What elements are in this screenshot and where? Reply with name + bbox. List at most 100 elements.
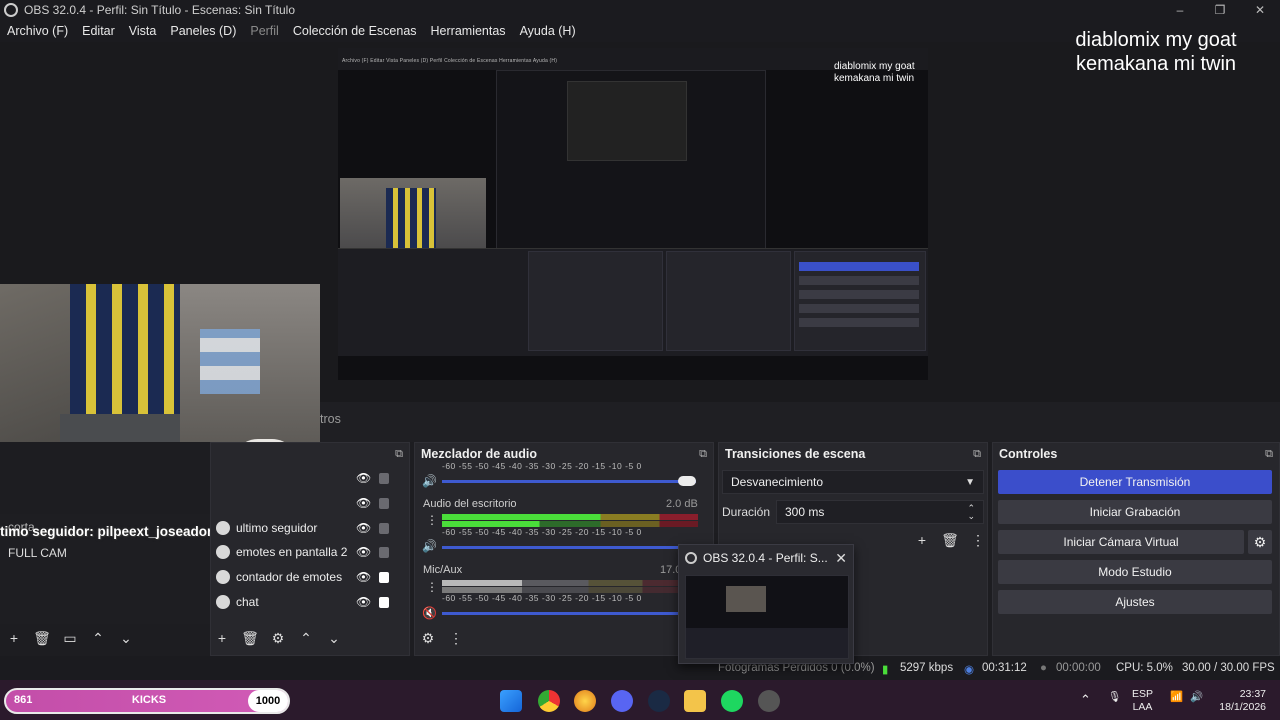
nested-settings-button xyxy=(799,318,919,327)
spotify-icon[interactable] xyxy=(721,690,743,712)
scene-filters-button[interactable]: ▭ xyxy=(56,630,84,646)
settings-button[interactable]: Ajustes xyxy=(998,590,1272,614)
speaker-icon[interactable]: 🔊 xyxy=(422,539,437,553)
menu-vista[interactable]: Vista xyxy=(122,24,164,38)
visibility-eye-icon[interactable]: 👁 xyxy=(356,570,371,584)
volume-fader[interactable] xyxy=(442,612,678,615)
popup-header: OBS 32.0.4 - Perfil: S... ✕ xyxy=(679,545,853,571)
steam-icon[interactable] xyxy=(648,690,670,712)
maximize-button[interactable]: ❐ xyxy=(1200,0,1240,20)
source-row-hidden-1[interactable]: 👁 xyxy=(216,466,408,490)
microphone-icon[interactable]: 🎙 xyxy=(1108,691,1121,704)
popup-thumbnail[interactable] xyxy=(685,575,849,659)
studio-mode-button[interactable]: Modo Estudio xyxy=(998,560,1272,584)
add-transition-button[interactable]: + xyxy=(908,532,936,548)
muted-speaker-icon[interactable]: 🔇 xyxy=(422,606,437,620)
speaker-icon[interactable]: 🔊 xyxy=(422,474,437,488)
language-indicator[interactable]: ESP LAA xyxy=(1132,688,1153,714)
nested-controls-dock xyxy=(794,251,926,351)
duration-spinner[interactable]: ⌃ ⌄ xyxy=(967,504,975,521)
remove-scene-button[interactable]: 🗑 xyxy=(28,630,56,646)
transition-menu-icon[interactable]: ⋮ xyxy=(964,532,992,548)
source-row-emotes[interactable]: emotes en pantalla 2 👁 xyxy=(216,540,408,564)
browser-source-icon xyxy=(216,570,230,584)
clock[interactable]: 23:37 18/1/2026 xyxy=(1214,688,1266,714)
volume-icon[interactable]: 🔊 xyxy=(1190,691,1203,704)
unlock-icon[interactable] xyxy=(379,497,389,509)
remove-source-button[interactable]: 🗑 xyxy=(236,630,264,646)
move-scene-down-button[interactable]: ⌄ xyxy=(112,630,140,646)
sources-popout-icon[interactable]: ⧉ xyxy=(395,448,403,461)
visibility-eye-icon[interactable]: 👁 xyxy=(356,545,371,559)
source-row-ultimo-seguidor[interactable]: ultimo seguidor 👁 xyxy=(216,516,408,540)
virtual-camera-gear-icon[interactable]: ⚙ xyxy=(1248,530,1272,554)
github-desktop-icon[interactable] xyxy=(758,690,780,712)
discord-icon[interactable] xyxy=(611,690,633,712)
lock-icon[interactable] xyxy=(379,571,389,583)
source-row-hidden-2[interactable]: 👁 xyxy=(216,491,408,515)
language-code: ESP xyxy=(1132,688,1154,700)
add-scene-button[interactable]: + xyxy=(0,630,28,646)
file-explorer-icon[interactable] xyxy=(684,690,706,712)
taskbar-thumbnail-popup[interactable]: OBS 32.0.4 - Perfil: S... ✕ xyxy=(678,544,854,664)
visibility-eye-icon[interactable]: 👁 xyxy=(356,496,371,510)
visibility-eye-icon[interactable]: 👁 xyxy=(356,471,371,485)
duration-input[interactable]: 300 ms ⌃ ⌄ xyxy=(776,500,984,524)
mixer-menu-icon[interactable]: ⋮ xyxy=(442,630,470,646)
popup-close-icon[interactable]: ✕ xyxy=(835,550,847,567)
fader-knob[interactable] xyxy=(678,476,696,486)
unlock-icon[interactable] xyxy=(379,472,389,484)
transition-select[interactable]: Desvanecimiento ▼ xyxy=(722,470,984,494)
display-capture: Archivo (F) Editar Vista Paneles (D) Per… xyxy=(338,48,928,380)
source-properties-gear-icon[interactable]: ⚙ xyxy=(264,630,292,646)
source-name: chat xyxy=(236,595,259,609)
visibility-eye-icon[interactable]: 👁 xyxy=(356,521,371,535)
bitrate: 5297 kbps xyxy=(900,662,954,674)
mixer-popout-icon[interactable]: ⧉ xyxy=(699,448,707,461)
transitions-popout-icon[interactable]: ⧉ xyxy=(973,448,981,461)
start-virtual-camera-button[interactable]: Iniciar Cámara Virtual xyxy=(998,530,1244,554)
clock-date: 18/1/2026 xyxy=(1219,701,1266,713)
close-button[interactable]: ✕ xyxy=(1240,0,1280,20)
channel-menu-icon[interactable]: ⋮ xyxy=(426,580,438,594)
stop-streaming-button[interactable]: Detener Transmisión xyxy=(998,470,1272,494)
add-source-button[interactable]: + xyxy=(208,630,236,646)
remove-transition-button[interactable]: 🗑 xyxy=(936,532,964,548)
volume-fader[interactable] xyxy=(442,476,696,486)
source-row-contador[interactable]: contador de emotes 👁 xyxy=(216,565,408,589)
menu-perfil[interactable]: Perfil xyxy=(243,24,285,38)
chrome-icon[interactable] xyxy=(538,690,560,712)
move-source-down-button[interactable]: ⌄ xyxy=(320,630,348,646)
lock-icon[interactable] xyxy=(379,596,389,608)
move-source-up-button[interactable]: ⌃ xyxy=(292,630,320,646)
volume-fader[interactable] xyxy=(442,546,678,549)
window-title: OBS 32.0.4 - Perfil: Sin Título - Escena… xyxy=(24,3,296,17)
menu-paneles[interactable]: Paneles (D) xyxy=(163,24,243,38)
advanced-audio-gear-icon[interactable]: ⚙ xyxy=(414,630,442,646)
minimize-button[interactable]: – xyxy=(1160,0,1200,20)
unlock-icon[interactable] xyxy=(379,522,389,534)
windows-start-icon[interactable] xyxy=(500,690,522,712)
visibility-eye-icon[interactable]: 👁 xyxy=(356,595,371,609)
move-scene-up-button[interactable]: ⌃ xyxy=(84,630,112,646)
unlock-icon[interactable] xyxy=(379,546,389,558)
menu-editar[interactable]: Editar xyxy=(75,24,122,38)
nested-studio-button xyxy=(799,304,919,313)
source-row-chat[interactable]: chat 👁 xyxy=(216,590,408,614)
webcam-person-shirt xyxy=(70,284,180,414)
wifi-icon[interactable]: 📶 xyxy=(1170,691,1183,704)
keyboard-layout: LAA xyxy=(1132,701,1153,713)
channel-db: 2.0 dB xyxy=(666,498,698,510)
tray-chevron-icon[interactable]: ⌃ xyxy=(1080,693,1091,706)
menu-coleccion-escenas[interactable]: Colección de Escenas xyxy=(286,24,424,38)
menu-herramientas[interactable]: Herramientas xyxy=(424,24,513,38)
controls-header: Controles ⧉ xyxy=(993,443,1279,465)
obs-taskbar-icon[interactable] xyxy=(574,690,596,712)
mic-meter xyxy=(442,580,678,586)
scene-item-full-cam[interactable]: FULL CAM xyxy=(8,546,67,560)
menu-archivo[interactable]: Archivo (F) xyxy=(0,24,75,38)
start-recording-button[interactable]: Iniciar Grabación xyxy=(998,500,1272,524)
menu-ayuda[interactable]: Ayuda (H) xyxy=(513,24,583,38)
channel-menu-icon[interactable]: ⋮ xyxy=(426,513,438,527)
controls-popout-icon[interactable]: ⧉ xyxy=(1265,448,1273,461)
